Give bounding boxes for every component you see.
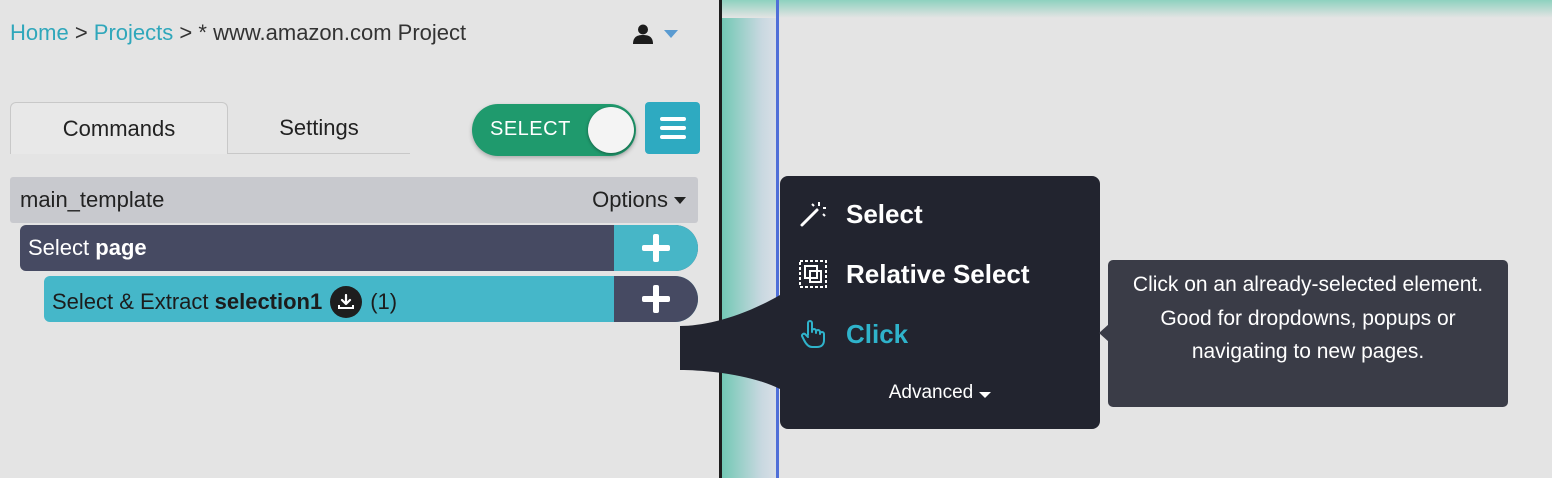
left-panel: Home > Projects > * www.amazon.com Proje… [0,0,720,478]
caret-down-icon [674,196,686,204]
breadcrumb-separator: > [74,20,88,45]
user-icon [633,24,653,44]
breadcrumb-separator: > [179,20,193,45]
command-target: selection1 [214,289,323,314]
template-name: main_template [20,187,165,212]
page-edge-strip [722,0,778,478]
advanced-dropdown[interactable]: Advanced [780,382,1100,404]
breadcrumb: Home > Projects > * www.amazon.com Proje… [10,18,466,48]
command-text: Select page [28,235,147,261]
chevron-down-icon [664,30,678,38]
popover-pointer [680,295,780,389]
tab-commands[interactable]: Commands [10,102,228,154]
hamburger-line [659,117,686,121]
popover-item-click[interactable]: Click [798,314,908,354]
plus-icon [642,234,670,262]
popover-item-select[interactable]: Select [798,194,923,234]
command-row-select-page[interactable]: Select page [20,225,698,271]
popover-item-label: Relative Select [846,258,1030,289]
command-target: page [95,235,147,260]
command-text: Select & Extract selection1 (1) [52,286,397,318]
popover-item-label: Select [846,198,923,229]
plus-icon [642,285,670,313]
toggle-label: SELECT [490,118,571,140]
breadcrumb-current-project: * www.amazon.com Project [198,20,467,45]
popover-item-relative-select[interactable]: Relative Select [798,254,1030,294]
hamburger-line [659,135,686,139]
breadcrumb-home-link[interactable]: Home [10,20,69,45]
pointer-hand-icon [798,319,828,349]
popover-item-label: Click [846,318,909,349]
command-prefix: Select [28,235,96,260]
selection-outline [776,0,779,478]
caret-down-icon [979,392,992,398]
tab-bar: Commands Settings [10,102,410,154]
command-prefix: Select & Extract [52,289,215,314]
breadcrumb-projects-link[interactable]: Projects [94,20,173,45]
command-popover: Select Relative Select Click Advanced [780,176,1100,429]
add-command-button[interactable] [614,225,698,271]
relative-select-icon [798,259,828,289]
tab-settings[interactable]: Settings [228,102,410,154]
selection-count: (1) [370,289,398,314]
magic-wand-icon [798,199,828,229]
toggle-knob [588,107,634,153]
command-row-select-extract[interactable]: Select & Extract selection1 (1) [44,276,698,322]
options-label: Options [592,187,668,212]
template-header: main_template Options [10,177,698,223]
click-tooltip: Click on an already-selected element. Go… [1108,260,1508,407]
hamburger-line [659,126,686,130]
template-options-dropdown[interactable]: Options [592,187,686,213]
hamburger-menu-button[interactable] [645,102,700,154]
select-mode-toggle[interactable]: SELECT [472,104,636,156]
download-icon [330,286,363,318]
user-menu[interactable] [632,22,682,46]
advanced-label: Advanced [888,382,974,403]
page-top-gradient [722,0,1552,18]
